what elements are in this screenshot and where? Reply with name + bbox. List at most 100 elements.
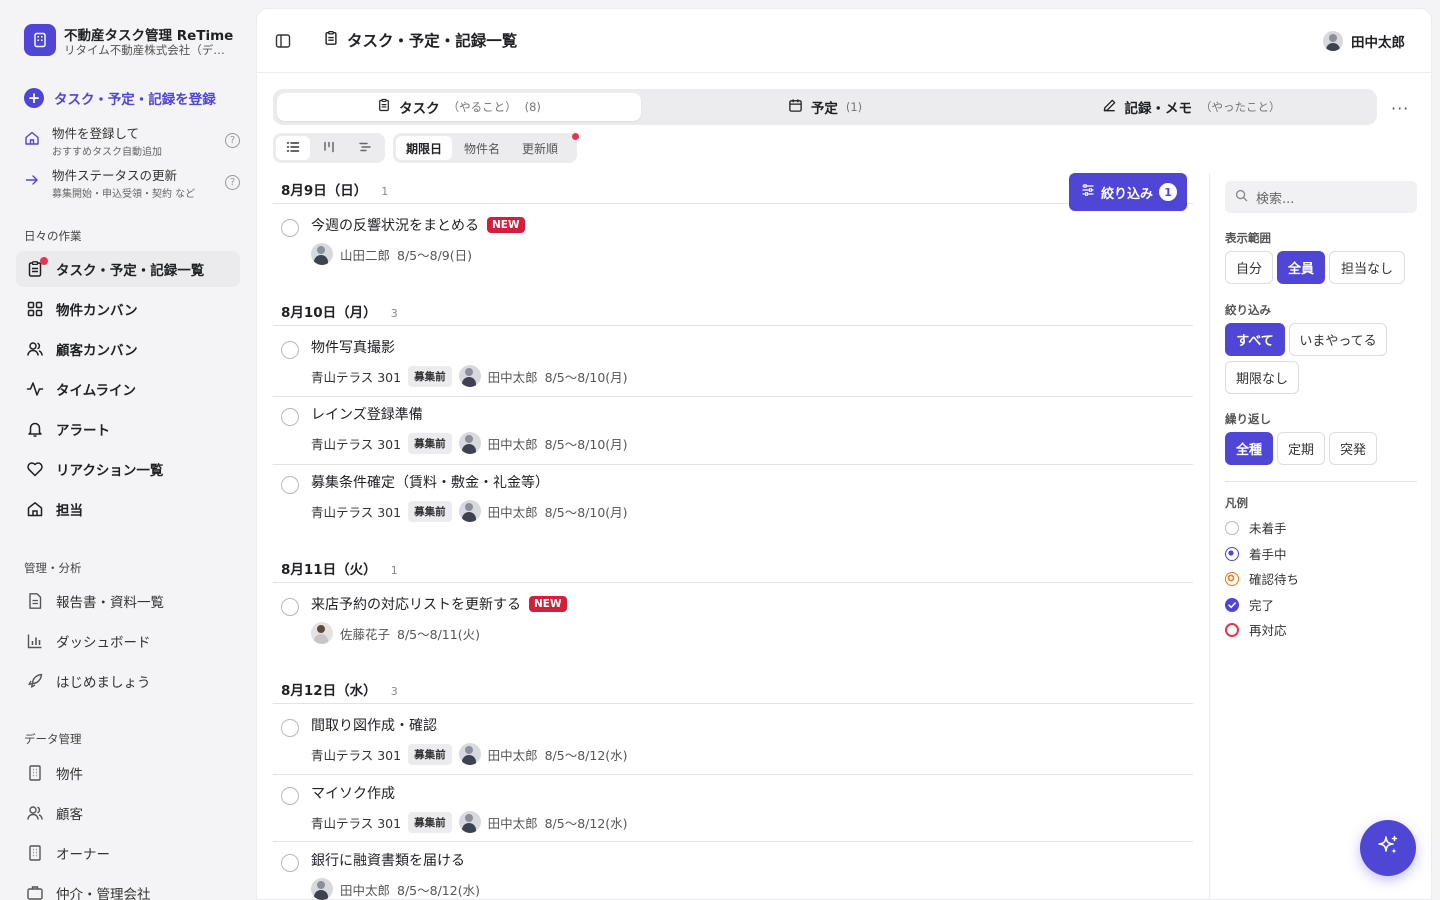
status-checkbox[interactable] — [281, 341, 299, 359]
nav-item-property-kanban[interactable]: 物件カンバン — [16, 291, 240, 327]
brand[interactable]: 不動産タスク管理 ReTime リタイム不動産株式会社（デ… — [24, 24, 240, 58]
notification-dot — [572, 133, 579, 140]
status-checkbox[interactable] — [281, 408, 299, 426]
task-meta: 青山テラス 301 募集前 田中太郎 8/5〜8/12(水) — [311, 811, 628, 833]
nav-item-timeline[interactable]: タイムライン — [16, 371, 240, 407]
assignee-name: 田中太郎 — [487, 504, 538, 520]
nav-item-owners[interactable]: オーナー — [16, 835, 240, 871]
nav-item-get-started[interactable]: はじめましょう — [16, 663, 240, 699]
task-row[interactable]: 物件写真撮影 青山テラス 301 募集前 田中太郎 8/5〜8/10(月) — [273, 329, 1193, 395]
nav-label: タイムライン — [56, 383, 137, 399]
tab-label: 記録・メモ — [1124, 101, 1193, 117]
property-name[interactable]: 青山テラス 301 — [311, 502, 401, 521]
new-badge: NEW — [529, 596, 567, 612]
narrow-in-progress-button[interactable]: いまやってる — [1289, 323, 1387, 356]
search-input[interactable]: 検索... — [1225, 181, 1417, 213]
sort-updated-button[interactable]: 更新順 — [512, 136, 568, 160]
property-name[interactable]: 青山テラス 301 — [311, 367, 401, 386]
nav-item-reports[interactable]: 報告書・資料一覧 — [16, 583, 240, 619]
task-row[interactable]: 募集条件確定（賃料・敷金・礼金等） 青山テラス 301 募集前 田中太郎 8/5… — [273, 464, 1193, 530]
nav-label: タスク・予定・記録一覧 — [56, 263, 205, 279]
scope-all-button[interactable]: 全員 — [1277, 251, 1325, 284]
update-status-link[interactable]: 物件ステータスの更新 募集開始・申込受領・契約 など ? — [24, 165, 240, 200]
rocket-icon — [26, 672, 44, 690]
legend-text: 再対応 — [1249, 623, 1287, 638]
scope-label: 表示範囲 — [1225, 231, 1271, 245]
tab-hint: （やったこと） — [1200, 100, 1281, 114]
register-button[interactable]: + タスク・予定・記録を登録 — [24, 88, 216, 108]
nav-item-dashboard[interactable]: ダッシュボード — [16, 623, 240, 659]
narrow-all-button[interactable]: すべて — [1225, 323, 1285, 356]
tab-records[interactable]: 記録・メモ （やったこと） — [1009, 93, 1373, 121]
status-checkbox[interactable] — [281, 476, 299, 494]
legend-text: 未着手 — [1249, 521, 1287, 536]
users-icon — [26, 340, 44, 358]
nav-item-task-list[interactable]: タスク・予定・記録一覧 — [16, 251, 240, 287]
quick-subtitle: 募集開始・申込受領・契約 など — [52, 188, 196, 200]
nav-item-reactions[interactable]: リアクション一覧 — [16, 451, 240, 487]
task-row[interactable]: 銀行に融資書類を届ける 田中太郎 8/5〜8/12(水) — [273, 842, 1193, 900]
in-progress-icon — [1225, 546, 1239, 561]
task-title-text: マイソク作成 — [311, 786, 395, 802]
date-group-header: 8月11日（火） 1 — [281, 558, 398, 578]
clipboard-icon — [323, 30, 339, 50]
quick-title: 物件を登録して — [52, 125, 140, 141]
nav-label: 顧客 — [56, 807, 83, 823]
repeat-all-button[interactable]: 全種 — [1225, 432, 1273, 465]
narrow-no-deadline-button[interactable]: 期限なし — [1225, 361, 1299, 394]
scope-self-button[interactable]: 自分 — [1225, 251, 1273, 284]
help-icon[interactable]: ? — [225, 174, 240, 190]
sort-due-date-button[interactable]: 期限日 — [396, 136, 453, 160]
status-checkbox[interactable] — [281, 598, 299, 616]
assignee-name: 佐藤花子 — [340, 626, 391, 642]
task-title: マイソク作成 — [311, 783, 395, 803]
avatar — [458, 432, 481, 454]
task-row[interactable]: レインズ登録準備 青山テラス 301 募集前 田中太郎 8/5〜8/10(月) — [273, 396, 1193, 462]
sidebar-toggle-icon[interactable] — [275, 33, 291, 49]
help-icon[interactable]: ? — [225, 132, 240, 148]
legend-item: 未着手 — [1225, 518, 1287, 537]
narrow-label: 絞り込み — [1225, 303, 1271, 317]
status-checkbox[interactable] — [281, 719, 299, 737]
user-menu[interactable]: 田中太郎 — [1323, 31, 1405, 51]
list-view-button[interactable] — [276, 136, 310, 160]
nav-item-alert[interactable]: アラート — [16, 411, 240, 447]
task-title-text: 銀行に融資書類を届ける — [311, 853, 465, 869]
divider — [273, 703, 1193, 704]
more-options-icon[interactable]: ··· — [1391, 99, 1409, 118]
nav-item-properties[interactable]: 物件 — [16, 755, 240, 791]
content-tabs: タスク （やること） (8) 予定 (1) 記録・メモ （やったこと） — [273, 89, 1377, 125]
repeat-adhoc-button[interactable]: 突発 — [1329, 432, 1377, 465]
status-checkbox[interactable] — [281, 219, 299, 237]
task-meta: 佐藤花子 8/5〜8/11(火) — [311, 622, 480, 644]
task-row[interactable]: マイソク作成 青山テラス 301 募集前 田中太郎 8/5〜8/12(水) — [273, 775, 1193, 841]
task-row[interactable]: 間取り図作成・確認 青山テラス 301 募集前 田中太郎 8/5〜8/12(水) — [273, 707, 1193, 773]
register-property-link[interactable]: 物件を登録して おすすめタスク自動追加 ? — [24, 123, 240, 158]
nav-item-customer-kanban[interactable]: 顧客カンバン — [16, 331, 240, 367]
task-title-text: 間取り図作成・確認 — [311, 718, 437, 734]
property-name[interactable]: 青山テラス 301 — [311, 434, 401, 453]
task-row[interactable]: 今週の反響状況をまとめる NEW 山田二郎 8/5〜8/9(日) — [273, 207, 1193, 273]
nav-item-assignee[interactable]: 担当 — [16, 491, 240, 527]
status-checkbox[interactable] — [281, 854, 299, 872]
nav-label: 仲介・管理会社 — [56, 887, 151, 900]
gantt-view-button[interactable] — [348, 136, 382, 160]
filter-button[interactable]: 絞り込み 1 — [1069, 173, 1188, 211]
nav-item-customers[interactable]: 顧客 — [16, 795, 240, 831]
kanban-view-button[interactable] — [312, 136, 346, 160]
assignee-name: 田中太郎 — [487, 436, 538, 452]
repeat-periodic-button[interactable]: 定期 — [1277, 432, 1325, 465]
clipboard-icon — [377, 98, 391, 116]
task-row[interactable]: 来店予約の対応リストを更新する NEW 佐藤花子 8/5〜8/11(火) — [273, 586, 1193, 652]
status-checkbox[interactable] — [281, 787, 299, 805]
home-icon — [24, 130, 44, 150]
sort-property-button[interactable]: 物件名 — [454, 136, 510, 160]
bar-chart-icon — [26, 632, 44, 650]
ai-assistant-button[interactable] — [1360, 820, 1416, 876]
tab-tasks[interactable]: タスク （やること） (8) — [277, 93, 641, 121]
tab-schedule[interactable]: 予定 (1) — [643, 93, 1007, 121]
property-name[interactable]: 青山テラス 301 — [311, 745, 401, 764]
scope-unassigned-button[interactable]: 担当なし — [1329, 251, 1405, 284]
nav-item-agencies[interactable]: 仲介・管理会社 — [16, 875, 240, 900]
property-name[interactable]: 青山テラス 301 — [311, 813, 401, 832]
